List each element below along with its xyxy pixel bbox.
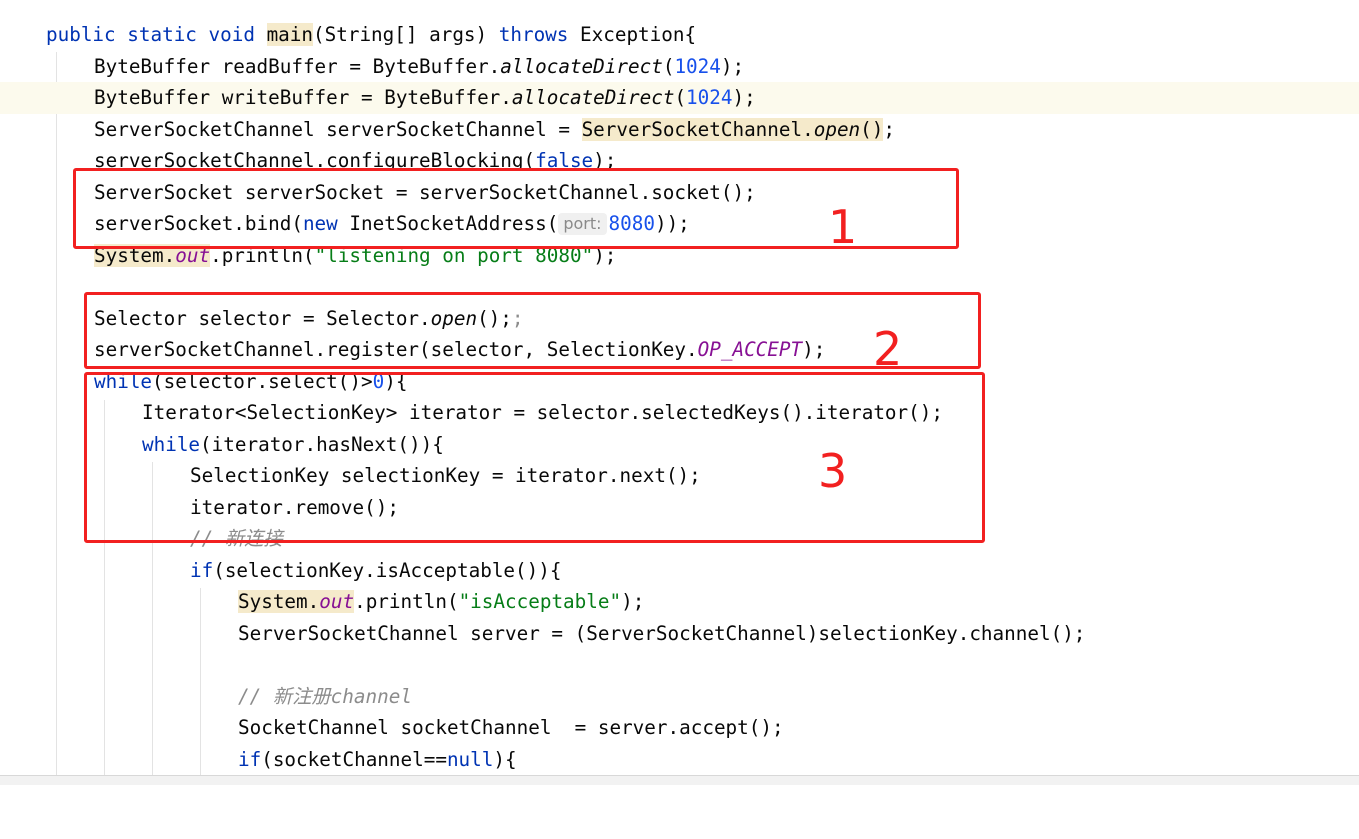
- code-line[interactable]: System.out.println("isAcceptable");: [0, 586, 1359, 618]
- code-line-current[interactable]: ByteBuffer writeBuffer = ByteBuffer.allo…: [0, 82, 1359, 114]
- highlighted-expression: ServerSocketChannel.open(): [581, 118, 884, 141]
- annotation-box-2: [84, 292, 981, 369]
- code-text: (String[] args): [313, 23, 499, 46]
- code-text: ByteBuffer writeBuffer = ByteBuffer.: [94, 86, 512, 109]
- code-text: SocketChannel socketChannel = server.acc…: [238, 716, 784, 739]
- string-literal: "isAcceptable": [458, 590, 622, 613]
- keyword: if: [190, 559, 214, 582]
- code-text: ;: [883, 118, 895, 141]
- method-name-main: main: [266, 23, 314, 46]
- code-text: ByteBuffer readBuffer = ByteBuffer.: [94, 55, 501, 78]
- code-line[interactable]: ServerSocketChannel serverSocketChannel …: [0, 114, 1359, 146]
- keyword: void: [208, 23, 255, 46]
- code-text: (selectionKey.isAcceptable()){: [213, 559, 562, 582]
- code-text: ){: [493, 748, 517, 771]
- annotation-label-3: 3: [818, 444, 848, 498]
- code-text: Exception{: [568, 23, 697, 46]
- static-method: allocateDirect: [511, 86, 675, 109]
- code-line[interactable]: SocketChannel socketChannel = server.acc…: [0, 712, 1359, 744]
- code-text: (: [662, 55, 675, 78]
- number-literal: 1024: [674, 55, 721, 78]
- code-text: );: [720, 55, 745, 78]
- code-line[interactable]: if(selectionKey.isAcceptable()){: [0, 555, 1359, 587]
- code-text: ServerSocketChannel serverSocketChannel …: [94, 118, 582, 141]
- code-line[interactable]: // 新注册channel: [0, 681, 1359, 713]
- code-text: ServerSocketChannel server = (ServerSock…: [238, 622, 1086, 645]
- number-literal: 1024: [686, 86, 733, 109]
- highlighted-expression: System.out: [238, 590, 355, 613]
- annotation-box-1: [73, 168, 959, 249]
- code-text: );: [732, 86, 756, 109]
- code-line[interactable]: if(socketChannel==null){: [0, 744, 1359, 776]
- code-text: (socketChannel==: [261, 748, 447, 771]
- comment: // 新注册channel: [238, 685, 412, 708]
- annotation-box-3: [84, 372, 985, 543]
- code-line[interactable]: ServerSocketChannel server = (ServerSock…: [0, 618, 1359, 650]
- keyword: throws: [498, 23, 569, 46]
- code-text: (: [674, 86, 687, 109]
- code-text: .println(: [354, 590, 459, 613]
- annotation-label-1: 1: [828, 200, 858, 254]
- code-line[interactable]: ByteBuffer readBuffer = ByteBuffer.alloc…: [0, 51, 1359, 83]
- code-text: );: [621, 590, 645, 613]
- static-method: allocateDirect: [500, 55, 663, 78]
- keyword: if: [238, 748, 262, 771]
- keyword: null: [446, 748, 494, 771]
- annotation-label-2: 2: [873, 322, 903, 376]
- keyword: static: [127, 23, 197, 46]
- code-line[interactable]: public static void main(String[] args) t…: [0, 19, 1359, 51]
- keyword: public: [46, 23, 116, 46]
